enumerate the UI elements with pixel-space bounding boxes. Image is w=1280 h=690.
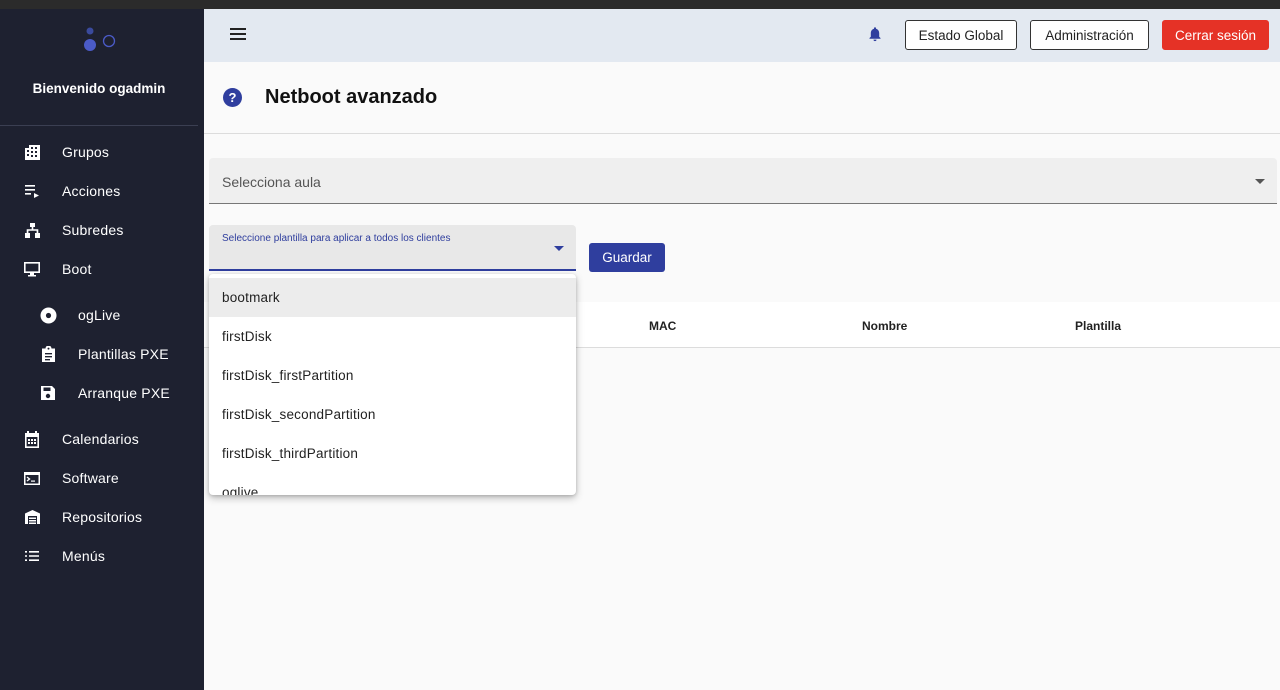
template-select[interactable]: Seleccione plantilla para aplicar a todo… bbox=[209, 225, 576, 271]
classroom-select-placeholder: Selecciona aula bbox=[222, 174, 321, 190]
classroom-select[interactable]: Selecciona aula bbox=[209, 158, 1277, 204]
playlist-play-icon bbox=[23, 182, 41, 200]
sidebar-item-label: Boot bbox=[62, 261, 92, 277]
template-dropdown-panel[interactable]: bootmark firstDisk firstDisk_firstPartit… bbox=[209, 274, 576, 495]
column-header-nombre[interactable]: Nombre bbox=[862, 319, 907, 333]
sidebar-item-subredes[interactable]: Subredes bbox=[0, 212, 204, 248]
sidebar-item-label: Subredes bbox=[62, 222, 124, 238]
sidebar-item-boot[interactable]: Boot bbox=[0, 251, 204, 287]
sidebar-item-label: Calendarios bbox=[62, 431, 139, 447]
sidebar-item-label: Plantillas PXE bbox=[78, 346, 169, 362]
sidebar-item-acciones[interactable]: Acciones bbox=[0, 173, 204, 209]
monitor-icon bbox=[23, 260, 41, 278]
sidebar-item-calendarios[interactable]: Calendarios bbox=[0, 421, 204, 457]
clipboard-icon bbox=[39, 345, 57, 363]
dropdown-option-bootmark[interactable]: bootmark bbox=[209, 278, 576, 317]
sidebar-item-label: Acciones bbox=[62, 183, 121, 199]
list-icon bbox=[23, 547, 41, 565]
sidebar-item-repositorios[interactable]: Repositorios bbox=[0, 499, 204, 535]
sidebar-item-label: Grupos bbox=[62, 144, 110, 160]
chevron-down-icon bbox=[554, 246, 564, 251]
bell-icon[interactable] bbox=[868, 26, 882, 42]
save-button[interactable]: Guardar bbox=[589, 243, 665, 272]
global-state-button[interactable]: Estado Global bbox=[905, 20, 1017, 50]
disc-icon bbox=[39, 306, 57, 324]
sidebar-item-grupos[interactable]: Grupos bbox=[0, 134, 204, 170]
save-icon bbox=[39, 384, 57, 402]
sidebar-item-label: Menús bbox=[62, 548, 106, 564]
sidebar-divider bbox=[0, 125, 198, 126]
chevron-down-icon bbox=[1255, 179, 1265, 184]
sidebar-item-oglive[interactable]: ogLive bbox=[0, 297, 204, 333]
calendar-icon bbox=[23, 430, 41, 448]
sidebar-item-label: Software bbox=[62, 470, 119, 486]
warehouse-icon bbox=[23, 508, 41, 526]
sidebar-item-label: Arranque PXE bbox=[78, 385, 170, 401]
column-header-mac[interactable]: MAC bbox=[649, 319, 676, 333]
sidebar: Bienvenido ogadmin Grupos Acciones Subre… bbox=[0, 9, 204, 690]
sidebar-item-software[interactable]: Software bbox=[0, 460, 204, 496]
page-header: ? Netboot avanzado bbox=[204, 62, 1280, 134]
menu-toggle-icon[interactable] bbox=[230, 28, 246, 42]
template-select-label: Seleccione plantilla para aplicar a todo… bbox=[222, 233, 451, 244]
column-header-plantilla[interactable]: Plantilla bbox=[1075, 319, 1121, 333]
sidebar-item-plantillas-pxe[interactable]: Plantillas PXE bbox=[0, 336, 204, 372]
dropdown-option-oglive[interactable]: oglive bbox=[209, 473, 576, 495]
dropdown-option-firstdisk-secondpartition[interactable]: firstDisk_secondPartition bbox=[209, 395, 576, 434]
terminal-icon bbox=[23, 469, 41, 487]
sitemap-icon bbox=[23, 221, 41, 239]
dropdown-option-firstdisk[interactable]: firstDisk bbox=[209, 317, 576, 356]
dropdown-option-firstdisk-firstpartition[interactable]: firstDisk_firstPartition bbox=[209, 356, 576, 395]
sidebar-item-label: ogLive bbox=[78, 307, 121, 323]
sidebar-item-menus[interactable]: Menús bbox=[0, 538, 204, 574]
window-top-strip bbox=[0, 0, 1280, 9]
sidebar-item-label: Repositorios bbox=[62, 509, 143, 525]
dropdown-option-firstdisk-thirdpartition[interactable]: firstDisk_thirdPartition bbox=[209, 434, 576, 473]
logout-button[interactable]: Cerrar sesión bbox=[1162, 20, 1269, 50]
administration-button[interactable]: Administración bbox=[1030, 20, 1149, 50]
page-title: Netboot avanzado bbox=[265, 86, 438, 108]
help-icon[interactable]: ? bbox=[223, 88, 242, 107]
welcome-text: Bienvenido ogadmin bbox=[32, 81, 166, 96]
top-header: Estado Global Administración Cerrar sesi… bbox=[204, 9, 1280, 62]
building-icon bbox=[23, 143, 41, 161]
sidebar-item-arranque-pxe[interactable]: Arranque PXE bbox=[0, 375, 204, 411]
app-logo bbox=[84, 27, 116, 51]
